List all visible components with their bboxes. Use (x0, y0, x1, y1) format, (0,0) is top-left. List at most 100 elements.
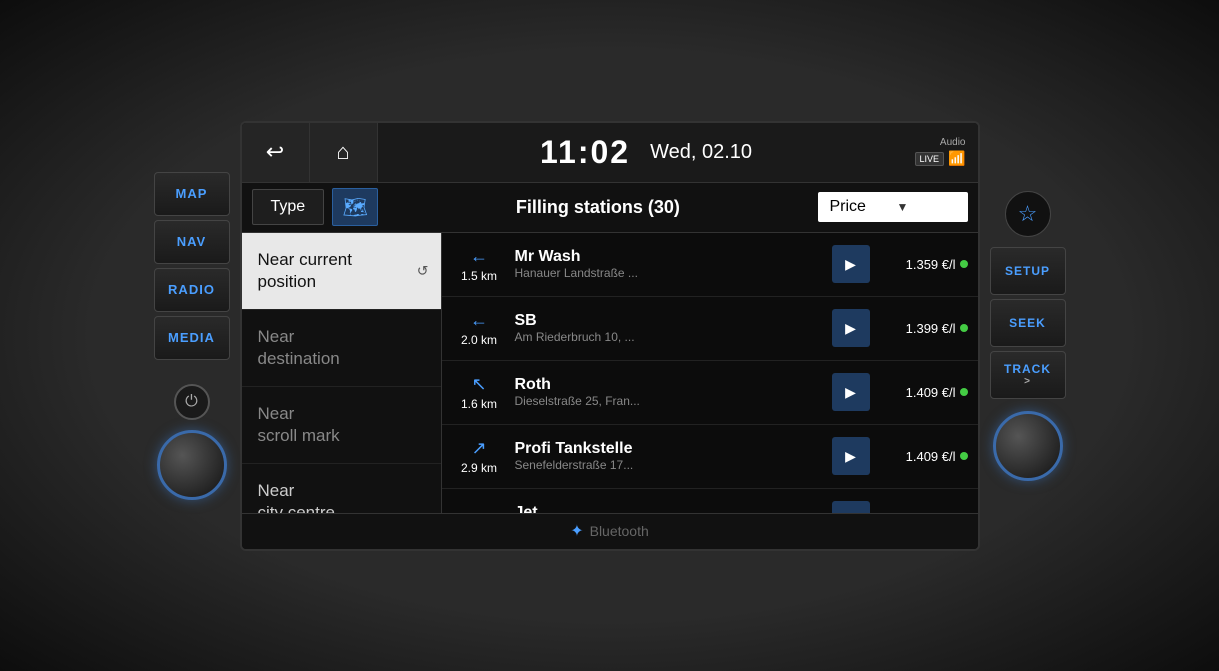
station-name-profi: Profi Tankstelle (515, 440, 824, 458)
station-row-mr-wash[interactable]: ← 1.5 km Mr Wash Hanauer Landstraße ... … (442, 233, 978, 297)
station-info-profi: Profi Tankstelle Senefelderstraße 17... (515, 440, 824, 472)
price-profi: 1.409 €/l (906, 449, 956, 464)
seek-button[interactable]: SEEK (990, 299, 1066, 347)
station-addr-profi: Senefelderstraße 17... (515, 458, 824, 472)
station-addr-roth: Dieselstraße 25, Fran... (515, 394, 824, 408)
station-addr-mr-wash: Hanauer Landstraße ... (515, 266, 824, 280)
filter-near-city[interactable]: Nearcity centre (242, 464, 441, 512)
seek-label: SEEK (1009, 316, 1046, 330)
price-dropdown[interactable]: Price ▼ (818, 192, 968, 222)
status-area: Audio LIVE 📶 (915, 137, 966, 167)
live-badge: LIVE (915, 152, 945, 166)
price-label: Price (830, 198, 889, 216)
navigate-btn-profi[interactable]: ▶ (832, 437, 870, 475)
car-surround: MAP NAV RADIO MEDIA ⏻ ↩ ⌂ 11:02 Wed, 02.… (0, 0, 1219, 671)
filter-near-city-text: Nearcity centre (258, 480, 425, 512)
time-display: 11:02 (540, 134, 630, 171)
map-icon: 🗺 (342, 195, 367, 220)
filter-near-destination[interactable]: Neardestination (242, 310, 441, 387)
bluetooth-icon: ✦ (570, 521, 583, 541)
track-label: TRACK (1004, 362, 1051, 376)
date-display: Wed, 02.10 (650, 141, 752, 164)
station-row-sb[interactable]: ← 2.0 km SB Am Riederbruch 10, ... ▶ 1.3… (442, 297, 978, 361)
left-controls: MAP NAV RADIO MEDIA ⏻ (154, 172, 230, 500)
favorites-button[interactable]: ☆ (1005, 191, 1051, 237)
home-button[interactable]: ⌂ (310, 122, 378, 182)
direction-arrow-roth: ↖ (471, 374, 486, 395)
price-dot-mr-wash (960, 260, 968, 268)
left-knob[interactable] (157, 430, 227, 500)
distance-sb: 2.0 km (461, 333, 497, 347)
filter-near-current[interactable]: Near currentposition ↺ (242, 233, 441, 310)
price-roth: 1.409 €/l (906, 385, 956, 400)
dropdown-arrow-icon: ▼ (897, 200, 956, 214)
direction-arrow-mr-wash: ← (470, 246, 488, 267)
distance-col-mr-wash: ← 1.5 km (452, 246, 507, 283)
price-sb: 1.399 €/l (906, 321, 956, 336)
station-row-profi[interactable]: ↗ 2.9 km Profi Tankstelle Senefelderstra… (442, 425, 978, 489)
filter-near-scroll[interactable]: Nearscroll mark (242, 387, 441, 464)
price-mr-wash: 1.359 €/l (906, 257, 956, 272)
distance-col-jet: ← 3.6 km (452, 502, 507, 513)
media-button[interactable]: MEDIA (154, 316, 230, 360)
distance-col-roth: ↖ 1.6 km (452, 374, 507, 411)
navigate-btn-jet[interactable]: ▶ (832, 501, 870, 513)
filter-near-destination-text: Neardestination (258, 326, 425, 370)
station-addr-sb: Am Riederbruch 10, ... (515, 330, 824, 344)
price-col-profi: 1.409 €/l (878, 449, 968, 464)
setup-label: SETUP (1005, 264, 1050, 278)
filter-near-current-text: Near currentposition (258, 249, 425, 293)
content-area: Near currentposition ↺ Neardestination N… (242, 233, 978, 513)
station-info-mr-wash: Mr Wash Hanauer Landstraße ... (515, 248, 824, 280)
map-button[interactable]: MAP (154, 172, 230, 216)
price-col-sb: 1.399 €/l (878, 321, 968, 336)
filter-near-scroll-text: Nearscroll mark (258, 403, 425, 447)
power-button[interactable]: ⏻ (174, 384, 210, 420)
track-sub-icon: > (1024, 376, 1031, 387)
station-name-roth: Roth (515, 376, 824, 394)
type-button[interactable]: Type (252, 189, 325, 225)
right-controls: ☆ SETUP SEEK TRACK > (990, 191, 1066, 481)
bluetooth-label: Bluetooth (590, 523, 649, 539)
price-dot-profi (960, 452, 968, 460)
radio-button[interactable]: RADIO (154, 268, 230, 312)
distance-col-profi: ↗ 2.9 km (452, 438, 507, 475)
station-info-sb: SB Am Riederbruch 10, ... (515, 312, 824, 344)
distance-roth: 1.6 km (461, 397, 497, 411)
station-name-jet: Jet (515, 504, 824, 513)
station-row-jet[interactable]: ← 3.6 km Jet Borsigallee 29, Frank... ▶ … (442, 489, 978, 513)
stations-list: ← 1.5 km Mr Wash Hanauer Landstraße ... … (442, 233, 978, 513)
station-name-mr-wash: Mr Wash (515, 248, 824, 266)
distance-mr-wash: 1.5 km (461, 269, 497, 283)
station-info-roth: Roth Dieselstraße 25, Fran... (515, 376, 824, 408)
navigate-btn-roth[interactable]: ▶ (832, 373, 870, 411)
price-col-roth: 1.409 €/l (878, 385, 968, 400)
filter-panel: Near currentposition ↺ Neardestination N… (242, 233, 442, 513)
right-knob[interactable] (993, 411, 1063, 481)
price-dot-sb (960, 324, 968, 332)
main-screen: ↩ ⌂ 11:02 Wed, 02.10 Audio LIVE 📶 Type 🗺… (240, 121, 980, 551)
distance-col-sb: ← 2.0 km (452, 310, 507, 347)
setup-button[interactable]: SETUP (990, 247, 1066, 295)
back-button[interactable]: ↩ (242, 122, 310, 182)
distance-profi: 2.9 km (461, 461, 497, 475)
station-row-roth[interactable]: ↖ 1.6 km Roth Dieselstraße 25, Fran... ▶… (442, 361, 978, 425)
station-info-jet: Jet Borsigallee 29, Frank... (515, 504, 824, 513)
top-bar: ↩ ⌂ 11:02 Wed, 02.10 Audio LIVE 📶 (242, 123, 978, 183)
audio-label: Audio (940, 137, 966, 148)
track-button[interactable]: TRACK > (990, 351, 1066, 399)
nav-button[interactable]: NAV (154, 220, 230, 264)
map-icon-button[interactable]: 🗺 (332, 188, 378, 226)
navigate-btn-mr-wash[interactable]: ▶ (832, 245, 870, 283)
direction-arrow-profi: ↗ (471, 438, 486, 459)
status-icons: LIVE 📶 (915, 150, 966, 167)
bluetooth-bar: ✦ Bluetooth (242, 513, 978, 549)
signal-icon: 📶 (948, 150, 965, 167)
station-name-sb: SB (515, 312, 824, 330)
price-col-mr-wash: 1.359 €/l (878, 257, 968, 272)
time-area: 11:02 Wed, 02.10 (378, 134, 915, 171)
price-dot-roth (960, 388, 968, 396)
stations-title: Filling stations (30) (386, 197, 809, 218)
navigate-btn-sb[interactable]: ▶ (832, 309, 870, 347)
direction-arrow-jet: ← (470, 502, 488, 513)
